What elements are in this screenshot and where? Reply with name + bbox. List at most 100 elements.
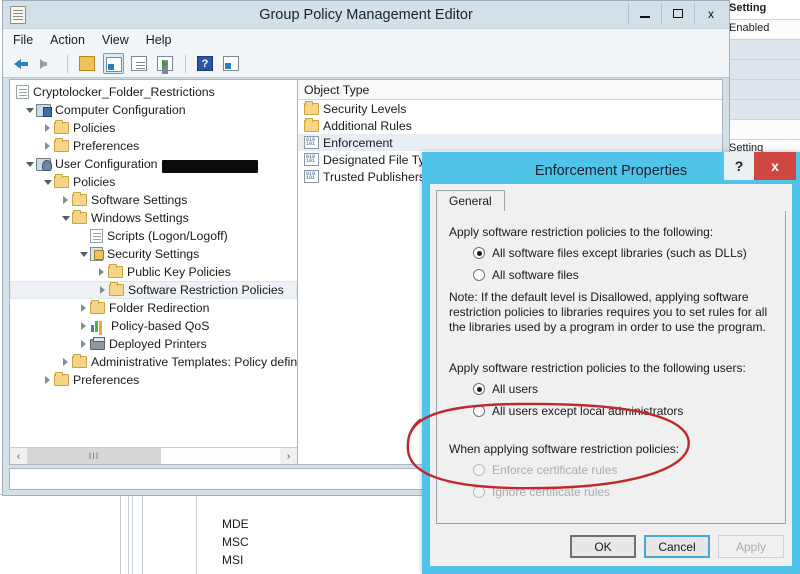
radio-button[interactable]: [473, 269, 485, 281]
radio-button: [473, 464, 485, 476]
radio-all-users-except-local-administrators[interactable]: All users except local administrators: [473, 404, 773, 418]
chevron-right-icon[interactable]: [96, 263, 108, 281]
tree-item-label: Policy-based QoS: [111, 319, 210, 333]
chevron-right-icon[interactable]: [60, 353, 72, 371]
scrollbar-thumb[interactable]: III: [27, 448, 161, 464]
maximize-button[interactable]: [661, 3, 694, 24]
tree-item-label: Software Settings: [91, 193, 188, 207]
list-item-additional-rules[interactable]: Additional Rules: [298, 117, 722, 134]
chevron-right-icon[interactable]: [60, 191, 72, 209]
tree-item-root[interactable]: Cryptolocker_Folder_Restrictions: [10, 83, 297, 101]
chevron-right-icon[interactable]: [78, 317, 90, 335]
chevron-right-icon[interactable]: [42, 137, 54, 155]
list-item-label: Additional Rules: [323, 118, 412, 133]
back-arrow-icon[interactable]: [11, 53, 32, 74]
radio-all-software-files-except-libraries[interactable]: All software files except libraries (suc…: [473, 246, 773, 260]
tab-general[interactable]: General: [436, 190, 505, 212]
sidebar-item-security-settings[interactable]: Security Settings: [10, 245, 297, 263]
background-row-blank: [725, 80, 800, 100]
list-item: MDE: [222, 517, 249, 531]
sidebar-item-public-key-policies[interactable]: Public Key Policies: [10, 263, 297, 281]
help-icon[interactable]: ?: [195, 53, 216, 74]
horizontal-scrollbar[interactable]: ‹ III ›: [10, 447, 297, 464]
sidebar-item-computer-configuration[interactable]: Computer Configuration: [10, 101, 297, 119]
sidebar-item-windows-settings[interactable]: Windows Settings: [10, 209, 297, 227]
radio-label: All software files except libraries (suc…: [492, 246, 747, 260]
window-controls: x: [628, 3, 727, 24]
radio-all-software-files[interactable]: All software files: [473, 268, 773, 282]
dialog-title: Enforcement Properties: [534, 163, 688, 179]
forward-arrow-icon[interactable]: [37, 53, 58, 74]
sidebar-item-computer-preferences[interactable]: Preferences: [10, 137, 297, 155]
radio-label: Enforce certificate rules: [492, 463, 618, 477]
sidebar-item-software-restriction-policies[interactable]: Software Restriction Policies: [10, 281, 297, 299]
tree-item-label: Preferences: [73, 373, 140, 387]
radio-button[interactable]: [473, 405, 485, 417]
chevron-down-icon[interactable]: [78, 245, 90, 263]
radio-all-users[interactable]: All users: [473, 382, 773, 396]
show-hide-action-pane-icon[interactable]: [221, 53, 242, 74]
tree-item-label: Computer Configuration: [55, 103, 186, 117]
list-item-security-levels[interactable]: Security Levels: [298, 100, 722, 117]
chevron-down-icon[interactable]: [24, 101, 36, 119]
list-item-label: Trusted Publishers: [323, 169, 426, 184]
dialog-titlebar[interactable]: Enforcement Properties ? x: [426, 152, 796, 186]
chevron-right-icon[interactable]: [97, 281, 109, 299]
cancel-button[interactable]: Cancel: [644, 535, 710, 558]
scroll-right-button[interactable]: ›: [280, 448, 297, 464]
chevron-right-icon[interactable]: [78, 335, 90, 353]
list-item: MSC: [222, 535, 249, 549]
help-button[interactable]: ?: [724, 152, 754, 180]
toolbar-separator: [185, 54, 186, 73]
chevron-down-icon[interactable]: [60, 209, 72, 227]
console-tree-pane[interactable]: Cryptolocker_Folder_Restrictions Compute…: [10, 80, 298, 464]
chevron-right-icon[interactable]: [42, 119, 54, 137]
export-list-icon[interactable]: [155, 53, 176, 74]
chevron-down-icon[interactable]: [42, 173, 54, 191]
up-folder-icon[interactable]: [77, 53, 98, 74]
menu-action[interactable]: Action: [50, 33, 85, 47]
folder-icon: [109, 282, 124, 296]
column-header-object-type[interactable]: Object Type: [298, 80, 722, 100]
sidebar-item-user-policies[interactable]: Policies: [10, 173, 297, 191]
sidebar-item-scripts[interactable]: Scripts (Logon/Logoff): [10, 227, 297, 245]
sidebar-item-user-preferences[interactable]: Preferences: [10, 371, 297, 389]
chevron-right-icon[interactable]: [42, 371, 54, 389]
sidebar-item-policy-based-qos[interactable]: Policy-based QoS: [10, 317, 297, 335]
menu-view[interactable]: View: [102, 33, 129, 47]
sidebar-item-administrative-templates[interactable]: Administrative Templates: Policy definit…: [10, 353, 297, 371]
background-row-blank: [725, 40, 800, 60]
folder-icon: [54, 120, 69, 134]
gpo-document-icon: [16, 85, 29, 99]
scrollbar-track[interactable]: III: [27, 448, 280, 464]
radio-button[interactable]: [473, 383, 485, 395]
window-titlebar[interactable]: Group Policy Management Editor x: [3, 1, 729, 28]
sidebar-item-deployed-printers[interactable]: Deployed Printers: [10, 335, 297, 353]
background-divider: [128, 495, 129, 574]
tree-item-label: Policies: [73, 121, 116, 135]
list-item-enforcement[interactable]: 010 101 Enforcement: [298, 134, 722, 151]
tree-item-label: Cryptolocker_Folder_Restrictions: [33, 85, 215, 99]
ok-button[interactable]: OK: [570, 535, 636, 558]
close-button[interactable]: x: [754, 152, 796, 180]
chevron-right-icon[interactable]: [78, 299, 90, 317]
tree-item-label: User Configuration: [55, 157, 158, 171]
sidebar-item-computer-policies[interactable]: Policies: [10, 119, 297, 137]
sidebar-item-folder-redirection[interactable]: Folder Redirection: [10, 299, 297, 317]
radio-button[interactable]: [473, 247, 485, 259]
menu-help[interactable]: Help: [146, 33, 172, 47]
close-button[interactable]: x: [694, 3, 727, 24]
show-hide-console-tree-icon[interactable]: [103, 53, 124, 74]
menu-file[interactable]: File: [13, 33, 33, 47]
scroll-left-button[interactable]: ‹: [10, 448, 27, 464]
radio-enforce-certificate-rules: Enforce certificate rules: [473, 463, 773, 477]
chevron-down-icon[interactable]: [24, 155, 36, 173]
sidebar-item-software-settings[interactable]: Software Settings: [10, 191, 297, 209]
properties-icon[interactable]: [129, 53, 150, 74]
enforcement-properties-dialog: Enforcement Properties ? x General Apply…: [422, 152, 800, 574]
section3-label: When applying software restriction polic…: [449, 442, 680, 456]
list-item-label: Security Levels: [323, 101, 407, 116]
background-row-blank: [725, 100, 800, 120]
minimize-button[interactable]: [628, 3, 661, 24]
